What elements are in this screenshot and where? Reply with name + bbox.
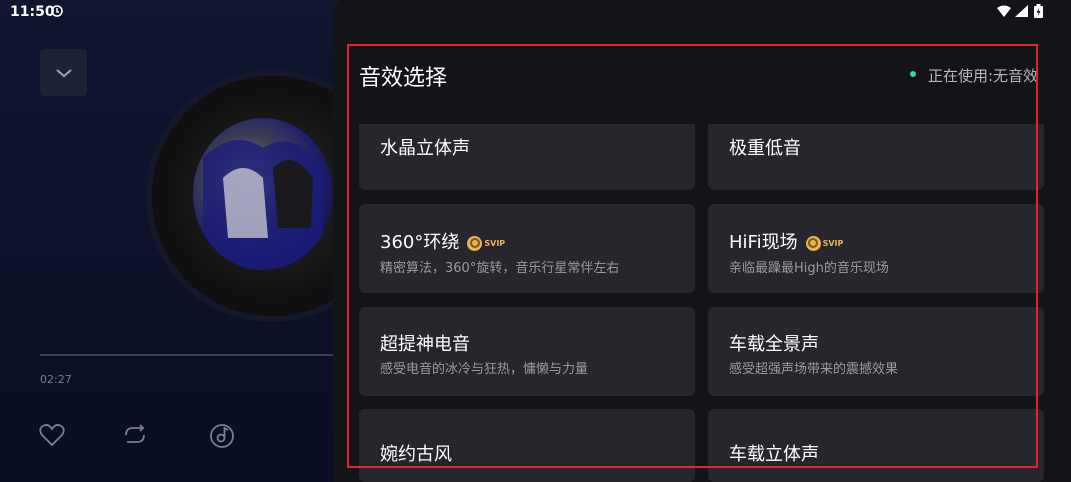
svip-badge: SVIP — [805, 235, 843, 251]
signal-icon — [1015, 5, 1028, 17]
effect-description: 精密算法，360°旋转，音乐行星常伴左右 — [380, 261, 620, 276]
progress-bar[interactable] — [40, 354, 340, 356]
effect-description: 感受超强声场带来的震撼效果 — [729, 362, 899, 377]
status-time: 11:50 — [10, 4, 55, 20]
effect-description: 亲临最躁最High的音乐现场 — [729, 261, 889, 276]
svip-coin-icon — [805, 235, 821, 251]
effect-title: 车载立体声 — [729, 444, 819, 465]
effect-card[interactable]: 车载立体声 — [708, 409, 1044, 482]
wifi-icon — [997, 5, 1011, 17]
status-dot — [910, 71, 916, 77]
status-bar: 11:50 — [0, 0, 1071, 24]
effect-title: HiFi现场 SVIP — [729, 228, 843, 254]
battery-icon — [1034, 4, 1043, 18]
current-effect-status: 正在使用:无音效 — [928, 67, 1039, 85]
notification-icon — [51, 5, 63, 17]
effect-card[interactable]: HiFi现场 SVIP 亲临最躁最High的音乐现场 — [708, 204, 1044, 293]
effect-title: 极重低音 — [729, 138, 801, 159]
effect-title: 超提神电音 — [380, 334, 470, 355]
effect-title-text: 360°环绕 — [380, 232, 460, 253]
effect-card[interactable]: 超提神电音 感受电音的冰冷与狂热，慵懒与力量 — [359, 307, 695, 396]
player-background: 02:27 — [0, 0, 392, 482]
music-disc-icon[interactable] — [208, 421, 236, 449]
effect-title-text: HiFi现场 — [729, 232, 798, 253]
effect-card[interactable]: 婉约古风 — [359, 409, 695, 482]
effect-title: 水晶立体声 — [380, 138, 470, 159]
album-cover — [193, 118, 333, 270]
effect-card[interactable]: 车载全景声 感受超强声场带来的震撼效果 — [708, 307, 1044, 396]
effect-title: 婉约古风 — [380, 444, 452, 465]
effect-card[interactable]: 360°环绕 SVIP 精密算法，360°旋转，音乐行星常伴左右 — [359, 204, 695, 293]
repeat-icon[interactable] — [121, 421, 149, 449]
effect-title: 360°环绕 SVIP — [380, 228, 505, 254]
effect-description: 感受电音的冰冷与狂热，慵懒与力量 — [380, 362, 589, 377]
svip-badge: SVIP — [467, 235, 505, 251]
heart-icon[interactable] — [38, 421, 66, 449]
elapsed-time: 02:27 — [40, 373, 72, 386]
chevron-down-icon — [55, 68, 72, 77]
svip-coin-icon — [467, 235, 483, 251]
sheet-title: 音效选择 — [359, 66, 448, 91]
collapse-button[interactable] — [40, 49, 87, 96]
effect-title: 车载全景声 — [729, 334, 819, 355]
